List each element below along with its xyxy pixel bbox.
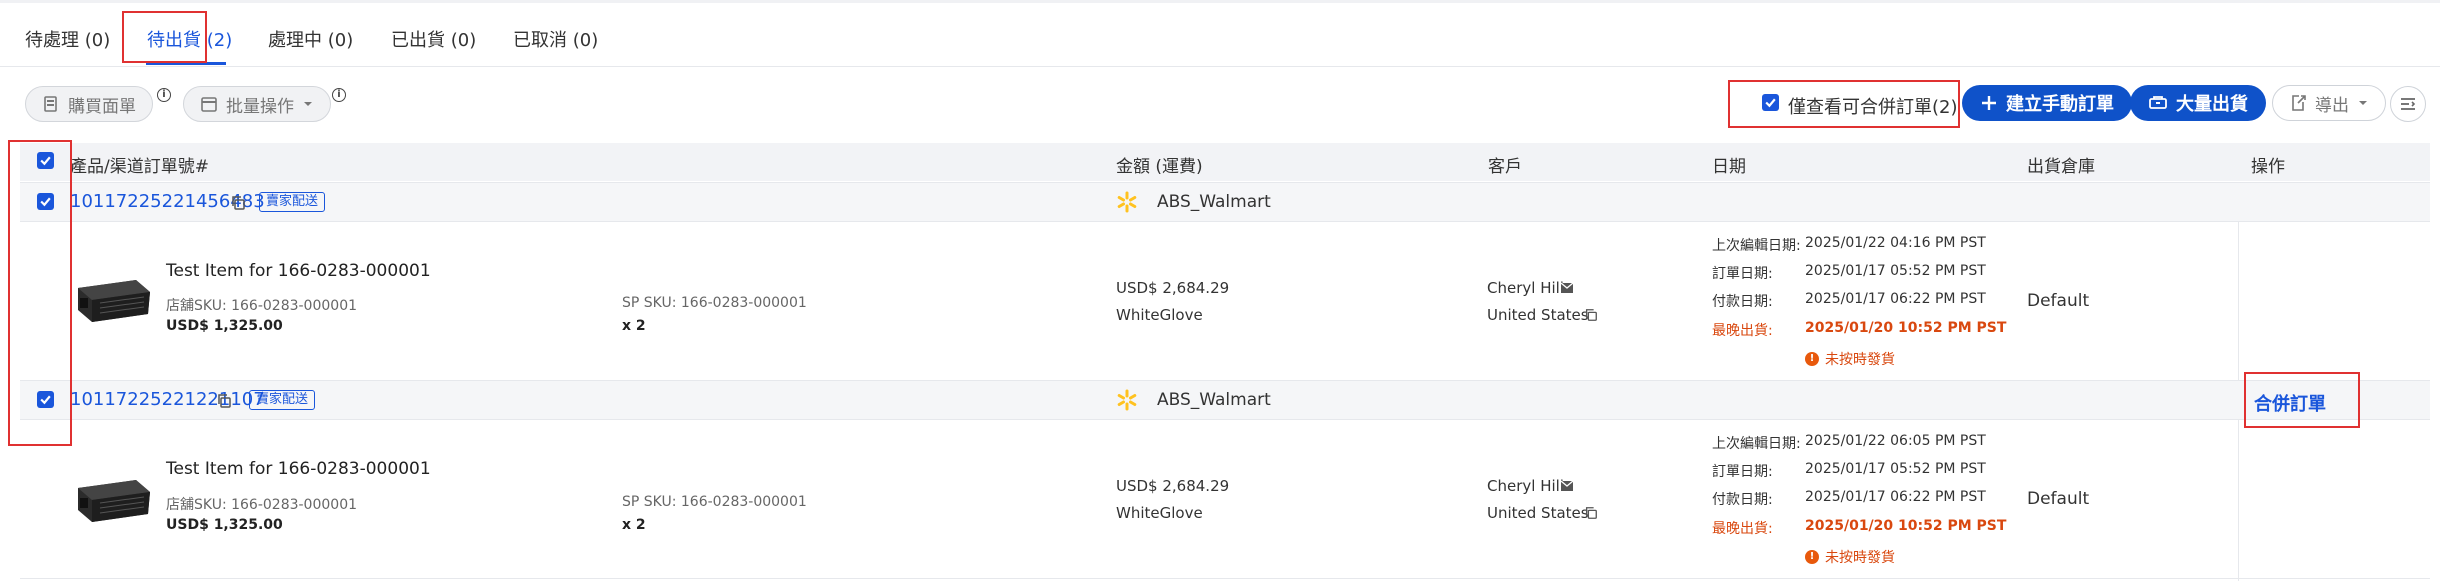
header-amount: 金額 (運費) — [1116, 157, 1203, 177]
top-border — [0, 0, 2440, 3]
item-title[interactable]: Test Item for 166-0283-000001 — [166, 261, 431, 281]
header-date: 日期 — [1712, 157, 1746, 177]
copy-icon[interactable] — [230, 195, 246, 211]
store-sku: 店舖SKU: 166-0283-000001 — [166, 497, 358, 513]
bulk-ship-button[interactable]: 大量出貨 — [2130, 85, 2266, 121]
copy-icon[interactable] — [216, 393, 232, 409]
product-thumbnail[interactable] — [70, 470, 156, 526]
order-number-link[interactable]: 10117225221221107 — [70, 389, 265, 410]
store-name: ABS_Walmart — [1157, 192, 1271, 212]
payment-date: 2025/01/17 06:22 PM PST — [1805, 291, 1986, 307]
list-settings-icon — [2401, 98, 2416, 110]
shipping-method: WhiteGlove — [1116, 504, 1203, 522]
highlight-checkbox-column — [8, 140, 72, 446]
header-warehouse: 出貨倉庫 — [2027, 157, 2095, 177]
item-title[interactable]: Test Item for 166-0283-000001 — [166, 459, 431, 479]
last-edit-date: 2025/01/22 04:16 PM PST — [1805, 235, 1986, 251]
order-date-label: 訂單日期: — [1712, 266, 1773, 282]
customer-country: United States — [1487, 306, 1589, 324]
export-label: 導出 — [2315, 95, 2349, 116]
order-date: 2025/01/17 05:52 PM PST — [1805, 461, 1986, 477]
store-sku: 店舖SKU: 166-0283-000001 — [166, 298, 358, 314]
warehouse-name: Default — [2027, 291, 2090, 311]
warning-icon: ! — [1805, 352, 1819, 366]
latest-ship-date: 2025/01/20 10:52 PM PST — [1805, 320, 2007, 336]
latest-ship-label: 最晚出貨: — [1712, 521, 1773, 537]
header-actions: 操作 — [2251, 157, 2285, 177]
tab-processing[interactable]: 處理中 (0) — [268, 26, 353, 52]
tabs-divider — [0, 66, 2440, 67]
walmart-spark-icon — [1117, 191, 1137, 213]
purchase-slip-label: 購買面單 — [68, 96, 136, 117]
purchase-slip-button[interactable]: 購買面單 — [25, 86, 153, 122]
check-icon — [1765, 98, 1776, 108]
seller-fulfilled-badge: 賣家配送 — [259, 192, 326, 212]
late-shipment-text: 未按時發貨 — [1825, 550, 1895, 566]
mail-icon[interactable] — [1560, 480, 1574, 492]
warehouse-name: Default — [2027, 489, 2090, 509]
seller-fulfilled-badge: 賣家配送 — [249, 390, 316, 410]
sp-sku: SP SKU: 166-0283-000001 — [622, 295, 807, 311]
tab-shipped[interactable]: 已出貨 (0) — [391, 26, 476, 52]
copy-icon[interactable] — [1584, 308, 1598, 322]
item-price: USD$ 1,325.00 — [166, 517, 283, 533]
export-icon — [2292, 95, 2306, 111]
last-edit-label: 上次編輯日期: — [1712, 436, 1801, 452]
merge-filter-checkbox[interactable] — [1762, 94, 1779, 111]
calendar-icon — [201, 97, 217, 112]
plus-icon — [1982, 96, 1996, 110]
truck-icon — [2149, 96, 2167, 109]
last-edit-label: 上次編輯日期: — [1712, 238, 1801, 254]
product-thumbnail[interactable] — [70, 270, 156, 326]
late-shipment-warning: ! 未按時發貨 — [1805, 547, 1895, 567]
quantity: x 2 — [622, 517, 646, 533]
create-manual-order-button[interactable]: 建立手動訂單 — [1962, 85, 2132, 121]
bulk-ship-label: 大量出貨 — [2176, 94, 2248, 115]
info-icon[interactable]: i — [332, 88, 346, 102]
create-manual-order-label: 建立手動訂單 — [2006, 94, 2114, 115]
mail-icon[interactable] — [1560, 282, 1574, 294]
warning-icon: ! — [1805, 550, 1819, 564]
info-icon[interactable]: i — [157, 88, 171, 102]
order-date-label: 訂單日期: — [1712, 464, 1773, 480]
walmart-spark-icon — [1117, 389, 1137, 411]
late-shipment-text: 未按時發貨 — [1825, 352, 1895, 368]
tab-cancelled[interactable]: 已取消 (0) — [513, 26, 598, 52]
store-name: ABS_Walmart — [1157, 390, 1271, 410]
batch-operations-label: 批量操作 — [226, 96, 294, 117]
document-icon — [44, 96, 57, 112]
latest-ship-date: 2025/01/20 10:52 PM PST — [1805, 518, 2007, 534]
header-product: 產品/渠道訂單號# — [70, 157, 209, 177]
customer-name: Cheryl Hill — [1487, 477, 1564, 495]
shipping-method: WhiteGlove — [1116, 306, 1203, 324]
highlight-awaiting-tab — [122, 11, 207, 63]
caret-down-icon — [304, 102, 312, 106]
late-shipment-warning: ! 未按時發貨 — [1805, 349, 1895, 369]
tab-pending[interactable]: 待處理 (0) — [25, 26, 110, 52]
last-edit-date: 2025/01/22 06:05 PM PST — [1805, 433, 1986, 449]
header-customer: 客戶 — [1488, 157, 1522, 177]
order-amount: USD$ 2,684.29 — [1116, 279, 1230, 297]
copy-icon[interactable] — [1584, 506, 1598, 520]
order-date: 2025/01/17 05:52 PM PST — [1805, 263, 1986, 279]
quantity: x 2 — [622, 318, 646, 334]
latest-ship-label: 最晚出貨: — [1712, 323, 1773, 339]
customer-name: Cheryl Hill — [1487, 279, 1564, 297]
row-divider — [20, 578, 2430, 579]
item-price: USD$ 1,325.00 — [166, 318, 283, 334]
payment-date-label: 付款日期: — [1712, 294, 1773, 310]
order-amount: USD$ 2,684.29 — [1116, 477, 1230, 495]
merge-orders-link[interactable]: 合併訂單 — [2254, 390, 2326, 416]
batch-operations-button[interactable]: 批量操作 — [183, 86, 331, 122]
sp-sku: SP SKU: 166-0283-000001 — [622, 494, 807, 510]
payment-date: 2025/01/17 06:22 PM PST — [1805, 489, 1986, 505]
export-button[interactable]: 導出 — [2272, 85, 2386, 121]
payment-date-label: 付款日期: — [1712, 492, 1773, 508]
customer-country: United States — [1487, 504, 1589, 522]
column-settings-button[interactable] — [2390, 86, 2426, 122]
merge-filter-label[interactable]: 僅查看可合併訂單(2) — [1788, 93, 1958, 119]
caret-down-icon — [2359, 101, 2367, 105]
